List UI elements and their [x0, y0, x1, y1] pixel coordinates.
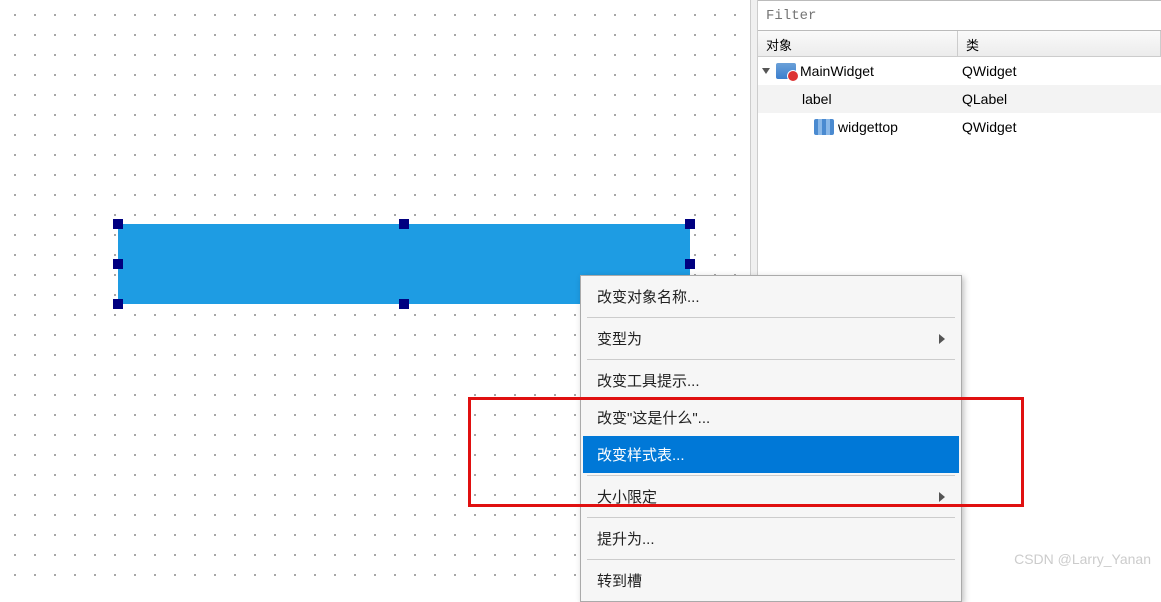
tree-row[interactable]: label QLabel [758, 85, 1161, 113]
widget-blocked-icon [776, 63, 796, 79]
tree-object-name: label [802, 91, 832, 107]
tree-header-object[interactable]: 对象 [758, 31, 958, 56]
resize-handle-tl[interactable] [113, 219, 123, 229]
resize-handle-ml[interactable] [113, 259, 123, 269]
tree-row[interactable]: widgettop QWidget [758, 113, 1161, 141]
tree-object-name: MainWidget [800, 63, 874, 79]
menu-item-goto-slot[interactable]: 转到槽 [583, 562, 959, 599]
resize-handle-mr[interactable] [685, 259, 695, 269]
menu-item-stylesheet[interactable]: 改变样式表... [583, 436, 959, 473]
widget-icon [814, 119, 834, 135]
tree-body: MainWidget QWidget label QLabel widgetto… [758, 57, 1161, 141]
resize-handle-bl[interactable] [113, 299, 123, 309]
menu-item-size-limit[interactable]: 大小限定 [583, 478, 959, 515]
tree-row[interactable]: MainWidget QWidget [758, 57, 1161, 85]
tree-class-name: QLabel [958, 91, 1161, 107]
menu-item-tooltip[interactable]: 改变工具提示... [583, 362, 959, 399]
menu-separator [587, 559, 955, 560]
menu-separator [587, 475, 955, 476]
tree-class-name: QWidget [958, 63, 1161, 79]
resize-handle-tc[interactable] [399, 219, 409, 229]
submenu-arrow-icon [939, 492, 945, 502]
expander-icon[interactable] [762, 68, 770, 74]
menu-separator [587, 517, 955, 518]
resize-handle-bc[interactable] [399, 299, 409, 309]
watermark: CSDN @Larry_Yanan [1014, 551, 1151, 567]
tree-header: 对象 类 [758, 31, 1161, 57]
menu-separator [587, 317, 955, 318]
context-menu: 改变对象名称... 变型为 改变工具提示... 改变"这是什么"... 改变样式… [580, 275, 962, 602]
resize-handle-tr[interactable] [685, 219, 695, 229]
submenu-arrow-icon [939, 334, 945, 344]
menu-item-rename[interactable]: 改变对象名称... [583, 278, 959, 315]
menu-item-morph[interactable]: 变型为 [583, 320, 959, 357]
menu-separator [587, 359, 955, 360]
tree-header-class[interactable]: 类 [958, 31, 1161, 56]
tree-object-name: widgettop [838, 119, 898, 135]
menu-item-whatsthis[interactable]: 改变"这是什么"... [583, 399, 959, 436]
filter-input[interactable] [758, 1, 1161, 31]
menu-item-promote[interactable]: 提升为... [583, 520, 959, 557]
tree-class-name: QWidget [958, 119, 1161, 135]
